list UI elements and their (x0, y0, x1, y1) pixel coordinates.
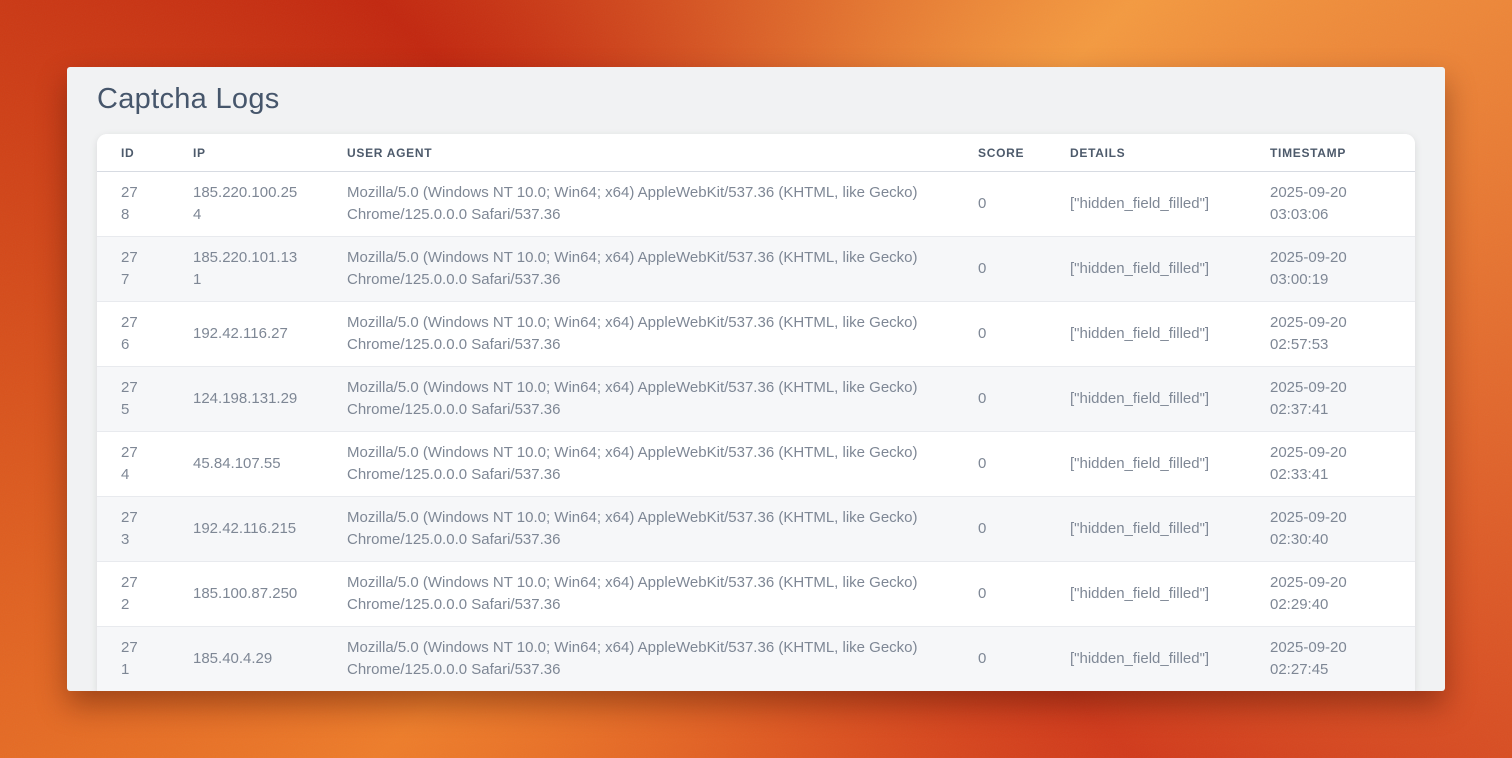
cell-ip: 185.220.100.254 (169, 172, 323, 237)
table-row: 272 185.100.87.250 Mozilla/5.0 (Windows … (97, 562, 1415, 627)
cell-timestamp: 2025-09-20 02:30:40 (1246, 497, 1415, 562)
cell-id: 274 (97, 432, 169, 497)
cell-ip: 124.198.131.29 (169, 367, 323, 432)
cell-id: 275 (97, 367, 169, 432)
cell-user-agent: Mozilla/5.0 (Windows NT 10.0; Win64; x64… (323, 172, 954, 237)
cell-score: 0 (954, 432, 1046, 497)
table-row: 275 124.198.131.29 Mozilla/5.0 (Windows … (97, 367, 1415, 432)
column-header: TIMESTAMP (1246, 134, 1415, 172)
cell-timestamp: 2025-09-20 02:33:41 (1246, 432, 1415, 497)
table-row: 271 185.40.4.29 Mozilla/5.0 (Windows NT … (97, 627, 1415, 692)
column-header: USER AGENT (323, 134, 954, 172)
cell-id: 272 (97, 562, 169, 627)
cell-id: 271 (97, 627, 169, 692)
cell-id: 273 (97, 497, 169, 562)
cell-user-agent: Mozilla/5.0 (Windows NT 10.0; Win64; x64… (323, 237, 954, 302)
cell-ip: 45.84.107.55 (169, 432, 323, 497)
cell-details: ["hidden_field_filled"] (1046, 432, 1246, 497)
cell-timestamp: 2025-09-20 03:00:19 (1246, 237, 1415, 302)
page-title: Captcha Logs (97, 83, 1415, 116)
cell-details: ["hidden_field_filled"] (1046, 302, 1246, 367)
cell-user-agent: Mozilla/5.0 (Windows NT 10.0; Win64; x64… (323, 562, 954, 627)
cell-ip: 192.42.116.27 (169, 302, 323, 367)
cell-score: 0 (954, 172, 1046, 237)
table-row: 274 45.84.107.55 Mozilla/5.0 (Windows NT… (97, 432, 1415, 497)
cell-timestamp: 2025-09-20 03:03:06 (1246, 172, 1415, 237)
cell-timestamp: 2025-09-20 02:37:41 (1246, 367, 1415, 432)
cell-user-agent: Mozilla/5.0 (Windows NT 10.0; Win64; x64… (323, 367, 954, 432)
cell-ip: 185.100.87.250 (169, 562, 323, 627)
cell-score: 0 (954, 562, 1046, 627)
captcha-logs-table: ID IP USER AGENT SCORE DETAILS TIMESTAMP (97, 134, 1415, 691)
table-row: 276 192.42.116.27 Mozilla/5.0 (Windows N… (97, 302, 1415, 367)
cell-score: 0 (954, 237, 1046, 302)
cell-user-agent: Mozilla/5.0 (Windows NT 10.0; Win64; x64… (323, 302, 954, 367)
cell-user-agent: Mozilla/5.0 (Windows NT 10.0; Win64; x64… (323, 497, 954, 562)
column-header: DETAILS (1046, 134, 1246, 172)
cell-details: ["hidden_field_filled"] (1046, 172, 1246, 237)
cell-score: 0 (954, 367, 1046, 432)
cell-details: ["hidden_field_filled"] (1046, 237, 1246, 302)
cell-timestamp: 2025-09-20 02:29:40 (1246, 562, 1415, 627)
cell-ip: 185.220.101.131 (169, 237, 323, 302)
column-header: SCORE (954, 134, 1046, 172)
cell-details: ["hidden_field_filled"] (1046, 367, 1246, 432)
captcha-logs-table-container: ID IP USER AGENT SCORE DETAILS TIMESTAMP (97, 134, 1415, 691)
cell-id: 277 (97, 237, 169, 302)
cell-score: 0 (954, 627, 1046, 692)
table-body: 278 185.220.100.254 Mozilla/5.0 (Windows… (97, 172, 1415, 692)
table-row: 277 185.220.101.131 Mozilla/5.0 (Windows… (97, 237, 1415, 302)
cell-timestamp: 2025-09-20 02:27:45 (1246, 627, 1415, 692)
column-header: IP (169, 134, 323, 172)
table-row: 273 192.42.116.215 Mozilla/5.0 (Windows … (97, 497, 1415, 562)
table-header-row: ID IP USER AGENT SCORE DETAILS TIMESTAMP (97, 134, 1415, 172)
cell-user-agent: Mozilla/5.0 (Windows NT 10.0; Win64; x64… (323, 627, 954, 692)
cell-details: ["hidden_field_filled"] (1046, 497, 1246, 562)
cell-timestamp: 2025-09-20 02:57:53 (1246, 302, 1415, 367)
cell-score: 0 (954, 302, 1046, 367)
cell-id: 278 (97, 172, 169, 237)
cell-ip: 192.42.116.215 (169, 497, 323, 562)
cell-details: ["hidden_field_filled"] (1046, 627, 1246, 692)
table-header: ID IP USER AGENT SCORE DETAILS TIMESTAMP (97, 134, 1415, 172)
column-header: ID (97, 134, 169, 172)
cell-ip: 185.40.4.29 (169, 627, 323, 692)
cell-user-agent: Mozilla/5.0 (Windows NT 10.0; Win64; x64… (323, 432, 954, 497)
cell-id: 276 (97, 302, 169, 367)
table-row: 278 185.220.100.254 Mozilla/5.0 (Windows… (97, 172, 1415, 237)
cell-score: 0 (954, 497, 1046, 562)
captcha-logs-card: Captcha Logs ID IP USER AGENT SCORE (67, 67, 1445, 691)
cell-details: ["hidden_field_filled"] (1046, 562, 1246, 627)
